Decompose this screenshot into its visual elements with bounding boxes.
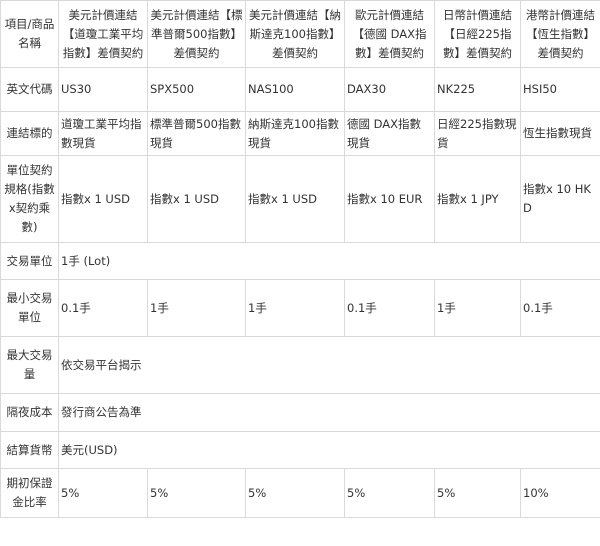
table-cell: NK225 <box>434 67 521 112</box>
table-cell: 指數x 1 USD <box>147 155 246 243</box>
table-cell: US30 <box>58 67 148 112</box>
table-cell: 日經225指數現貨 <box>434 111 521 156</box>
row-label: 期初保證金比率 <box>0 468 59 518</box>
table-cell: 5% <box>147 468 246 518</box>
row-label: 結算貨幣 <box>0 431 59 469</box>
row-max: 最大交易量 依交易平台揭示 <box>0 336 600 394</box>
table-cell: 指數x 1 JPY <box>434 155 521 243</box>
row-label: 最小交易單位 <box>0 279 59 337</box>
table-cell: 5% <box>58 468 148 518</box>
header-nk225: 日幣計價連結【日經225指數】差價契約 <box>434 0 521 68</box>
table-cell: 德國 DAX指數現貨 <box>344 111 435 156</box>
table-cell: 0.1手 <box>520 279 600 337</box>
row-min: 最小交易單位 0.1手 1手 1手 0.1手 1手 0.1手 <box>0 279 600 337</box>
table-cell: HSI50 <box>520 67 600 112</box>
table-cell: 指數x 1 USD <box>245 155 345 243</box>
table-cell: 5% <box>245 468 345 518</box>
row-currency: 結算貨幣 美元(USD) <box>0 431 600 469</box>
table-cell: 指數x 10 HKD <box>520 155 600 243</box>
table-cell: 美元(USD) <box>58 431 600 469</box>
row-label: 連結標的 <box>0 111 59 156</box>
table-cell: 0.1手 <box>344 279 435 337</box>
table-cell: 納斯達克100指數現貨 <box>245 111 345 156</box>
header-us30: 美元計價連結【道瓊工業平均指數】差價契約 <box>58 0 148 68</box>
row-label: 英文代碼 <box>0 67 59 112</box>
cfd-spec-table: 項目/商品名稱 美元計價連結【道瓊工業平均指數】差價契約 美元計價連結【標準普爾… <box>0 0 600 518</box>
row-code: 英文代碼 US30 SPX500 NAS100 DAX30 NK225 HSI5… <box>0 67 600 112</box>
row-label: 單位契約規格(指數x契約乘數) <box>0 155 59 243</box>
row-cost: 隔夜成本 發行商公告為準 <box>0 393 600 432</box>
table-cell: 1手 <box>245 279 345 337</box>
header-hsi50: 港幣計價連結【恆生指數】差價契約 <box>520 0 600 68</box>
header-label: 項目/商品名稱 <box>0 0 59 68</box>
table-cell: 1手 (Lot) <box>58 242 600 280</box>
table-cell: 發行商公告為準 <box>58 393 600 432</box>
row-label: 隔夜成本 <box>0 393 59 432</box>
header-dax30: 歐元計價連結【德國 DAX指數】差價契約 <box>344 0 435 68</box>
table-cell: 1手 <box>434 279 521 337</box>
table-cell: 0.1手 <box>58 279 148 337</box>
row-spec: 單位契約規格(指數x契約乘數) 指數x 1 USD 指數x 1 USD 指數x … <box>0 155 600 243</box>
table-cell: 指數x 10 EUR <box>344 155 435 243</box>
table-cell: 10% <box>520 468 600 518</box>
table-cell: DAX30 <box>344 67 435 112</box>
header-row: 項目/商品名稱 美元計價連結【道瓊工業平均指數】差價契約 美元計價連結【標準普爾… <box>0 0 600 68</box>
table-cell: 5% <box>434 468 521 518</box>
table-cell: 5% <box>344 468 435 518</box>
row-margin: 期初保證金比率 5% 5% 5% 5% 5% 10% <box>0 468 600 518</box>
header-spx500: 美元計價連結【標準普爾500指數】差價契約 <box>147 0 246 68</box>
table-cell: 1手 <box>147 279 246 337</box>
table-cell: 指數x 1 USD <box>58 155 148 243</box>
row-label: 最大交易量 <box>0 336 59 394</box>
table-cell: SPX500 <box>147 67 246 112</box>
row-unit: 交易單位 1手 (Lot) <box>0 242 600 280</box>
table-cell: NAS100 <box>245 67 345 112</box>
table-cell: 道瓊工業平均指數現貨 <box>58 111 148 156</box>
header-nas100: 美元計價連結【納斯達克100指數】差價契約 <box>245 0 345 68</box>
row-basis: 連結標的 道瓊工業平均指數現貨 標準普爾500指數現貨 納斯達克100指數現貨 … <box>0 111 600 156</box>
table-cell: 恆生指數現貨 <box>520 111 600 156</box>
table-cell: 標準普爾500指數現貨 <box>147 111 246 156</box>
row-label: 交易單位 <box>0 242 59 280</box>
table-cell: 依交易平台揭示 <box>58 336 600 394</box>
